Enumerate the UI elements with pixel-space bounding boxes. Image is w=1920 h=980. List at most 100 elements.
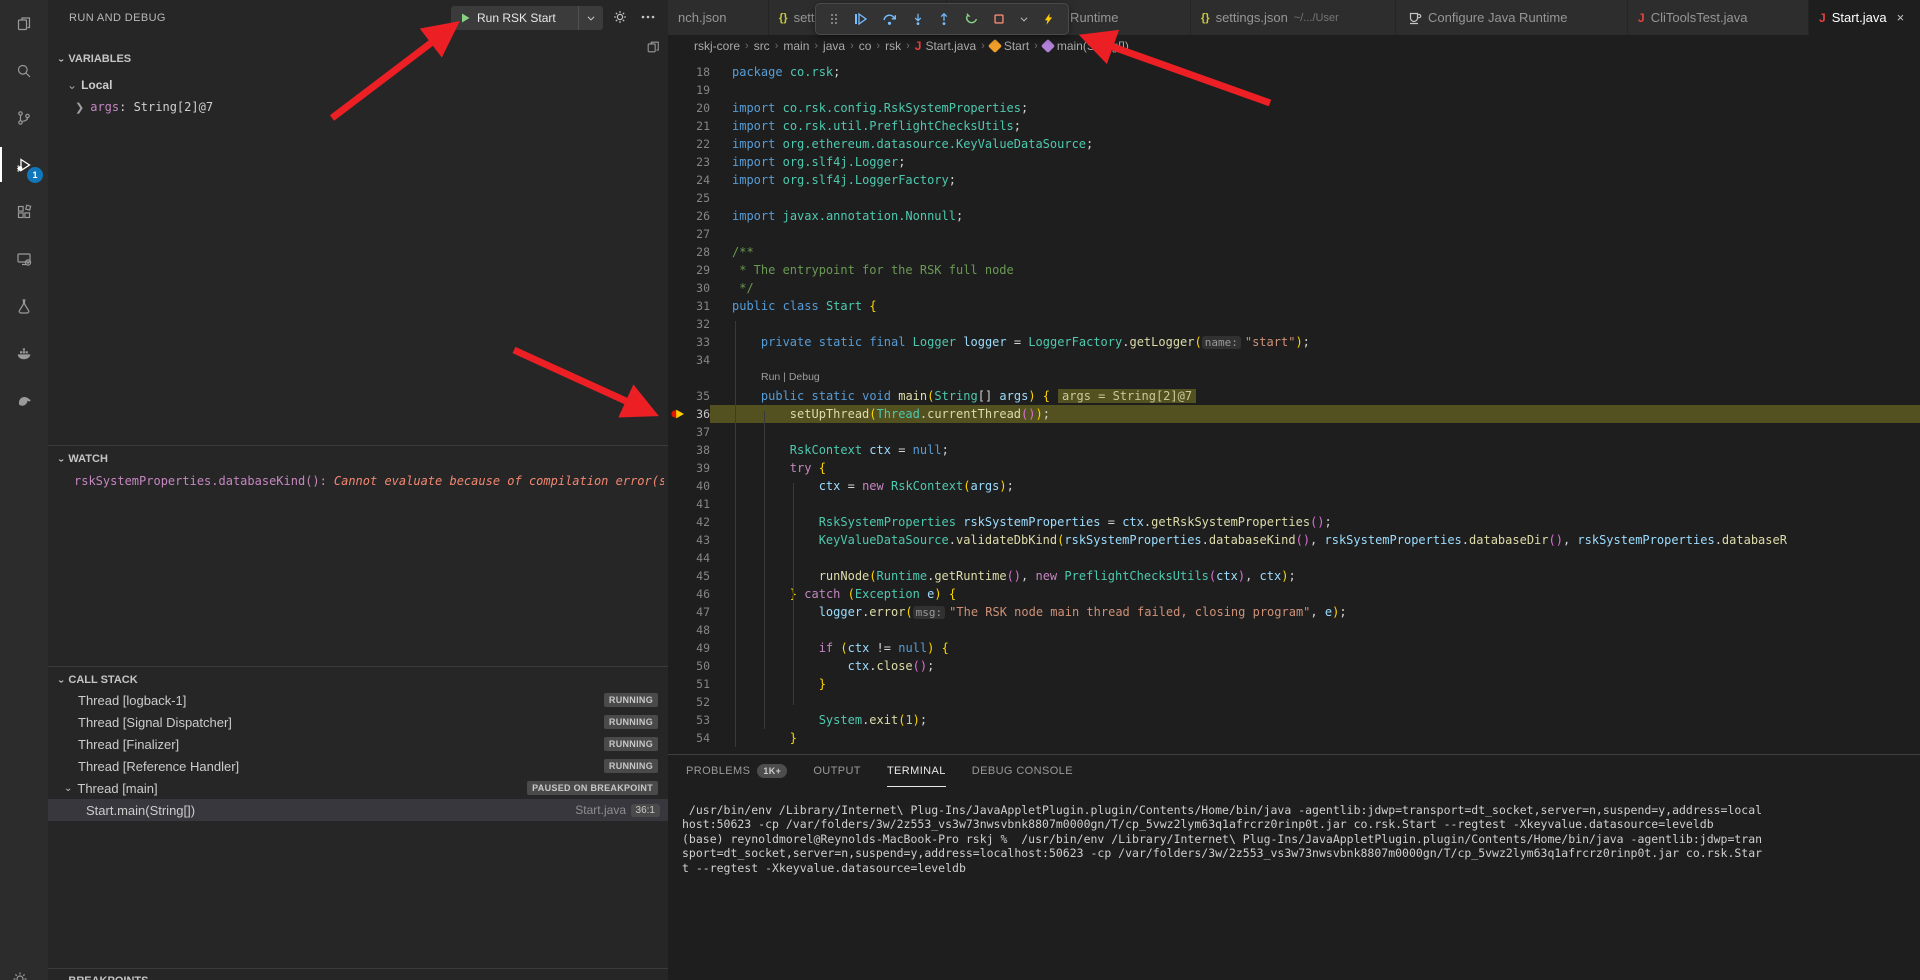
code-line-text: /** [710,243,1920,261]
activity-item-search[interactable] [0,47,48,94]
activity-item-remote-explorer[interactable] [0,235,48,282]
step-over-icon[interactable] [881,11,898,27]
code-line-text [710,693,1920,711]
code-line-text: ctx.close(); [710,657,1920,675]
code-line-54: 54 } [668,729,1920,747]
more-actions-icon[interactable] [640,9,656,30]
code-line-text: public class Start { [710,297,1920,315]
tab-clitoolstest-java[interactable]: JCliToolsTest.java [1628,0,1809,35]
breadcrumb-item[interactable]: co [859,39,872,53]
call-stack-section-header[interactable]: ⌄ CALL STACK [48,669,668,691]
stop-icon[interactable] [992,12,1006,26]
code-line-30: 30 */ [668,279,1920,297]
restart-icon[interactable] [964,11,979,27]
variables-scope-local[interactable]: ⌄ Local [67,78,112,92]
activity-item-testing[interactable] [0,282,48,329]
terminal-output[interactable]: /usr/bin/env /Library/Internet\ Plug-Ins… [682,803,1920,969]
chevron-down-icon: ⌄ [57,676,65,685]
code-line-39: 39 try { [668,459,1920,477]
line-number: 18 [668,63,710,81]
line-number: 42 [668,513,710,531]
continue-icon[interactable] [852,11,868,27]
breadcrumb-item[interactable]: rsk [885,39,901,53]
call-stack-row[interactable]: Thread [Signal Dispatcher]RUNNING [48,711,668,733]
activity-item-gradle[interactable] [0,376,48,423]
code-line-35: 35 public static void main(String[] args… [668,387,1920,405]
tab-nch-json[interactable]: nch.json [668,0,769,35]
tab-settings-json[interactable]: {}settings.json~/.../User [1191,0,1396,35]
code-line-text: RskSystemProperties rskSystemProperties … [710,513,1920,531]
run-config-button[interactable]: Run RSK Start [451,6,603,30]
call-stack-row[interactable]: Thread [Finalizer]RUNNING [48,733,668,755]
code-line-47: 47 logger.error(msg:"The RSK node main t… [668,603,1920,621]
panel-tab-debug-console[interactable]: DEBUG CONSOLE [972,755,1073,787]
watch-section-header[interactable]: ⌄ WATCH [48,448,668,470]
code-line-20: 20import co.rsk.config.RskSystemProperti… [668,99,1920,117]
bottom-panel: PROBLEMS1K+ OUTPUT TERMINAL DEBUG CONSOLE /… [668,754,1920,980]
panel-tab-bar: PROBLEMS1K+ OUTPUT TERMINAL DEBUG CONSOLE [668,755,1920,787]
chevron-down-icon: ⌄ [57,55,65,64]
breadcrumb-item[interactable]: rskj-core [694,39,740,53]
tab-label: CliToolsTest.java [1651,10,1748,25]
json-icon: {} [779,12,788,24]
code-editor[interactable]: 18package co.rsk;1920import co.rsk.confi… [668,57,1920,754]
breadcrumb-item[interactable]: src [754,39,770,53]
panel-tab-output[interactable]: OUTPUT [813,755,861,787]
code-line-text: public static void main(String[] args) {… [710,387,1920,405]
line-number: 39 [668,459,710,477]
line-number: 38 [668,441,710,459]
breadcrumb-item[interactable]: main [783,39,809,53]
run-config-dropdown[interactable] [578,6,603,30]
step-out-icon[interactable] [937,11,951,27]
breadcrumb-item[interactable]: main(String[]) [1043,39,1129,53]
stop-dropdown-icon[interactable] [1019,14,1029,24]
settings-gear-icon[interactable] [12,971,28,980]
codelens-run-debug[interactable]: Run | Debug [668,369,1920,387]
code-line-34: 34 [668,351,1920,369]
code-line-33: 33 private static final Logger logger = … [668,333,1920,351]
code-line-43: 43 KeyValueDataSource.validateDbKind(rsk… [668,531,1920,549]
code-line-text: */ [710,279,1920,297]
code-line-text: import org.slf4j.LoggerFactory; [710,171,1920,189]
tab-start-java[interactable]: JStart.java× [1809,0,1920,35]
panel-tab-terminal[interactable]: TERMINAL [887,755,946,787]
call-stack-row[interactable]: Start.main(String[])Start.java36:1 [48,799,668,821]
call-stack-row[interactable]: Thread [Reference Handler]RUNNING [48,755,668,777]
line-number: 21 [668,117,710,135]
activity-item-extensions[interactable] [0,188,48,235]
step-into-icon[interactable] [911,11,925,27]
code-line-26: 26import javax.annotation.Nonnull; [668,207,1920,225]
gear-icon[interactable] [612,9,628,30]
code-line-text: KeyValueDataSource.validateDbKind(rskSys… [710,531,1920,549]
tab-configure-java-runtime[interactable]: Configure Java Runtime [1396,0,1628,35]
hot-code-replace-icon[interactable] [1042,11,1055,27]
code-line-19: 19 [668,81,1920,99]
line-number: 50 [668,657,710,675]
code-line-text: ctx = new RskContext(args); [710,477,1920,495]
drag-handle-icon [829,11,839,27]
activity-item-run-and-debug[interactable]: 1 [0,141,48,188]
variables-section-header[interactable]: ⌄ VARIABLES [48,48,668,70]
activity-item-explorer[interactable] [0,0,48,47]
code-line-text: runNode(Runtime.getRuntime(), new Prefli… [710,567,1920,585]
breadcrumb-label: main(String[]) [1057,39,1129,53]
panel-tab-problems[interactable]: PROBLEMS1K+ [686,755,787,787]
breadcrumb-item[interactable]: java [823,39,845,53]
chevron-down-icon: ⌄ [67,78,77,92]
breakpoints-section-header[interactable]: ⌄ BREAKPOINTS [48,970,668,980]
breadcrumb-item[interactable]: JStart.java [915,39,976,53]
call-stack-row[interactable]: Thread [logback-1]RUNNING [48,689,668,711]
run-config-label: Run RSK Start [477,11,578,25]
variable-args-row[interactable]: ❯ args: String[2]@7 [75,100,213,114]
chevron-right-icon: ❯ [75,101,84,114]
json-icon: {} [1201,12,1210,24]
breadcrumb-item[interactable]: Start [990,39,1029,53]
call-stack-row[interactable]: ⌄Thread [main]PAUSED ON BREAKPOINT [48,777,668,799]
close-icon[interactable]: × [1897,10,1905,25]
watch-expression-row[interactable]: rskSystemProperties.databaseKind(): Cann… [48,470,664,492]
section-divider [48,968,668,969]
line-number: 52 [668,693,710,711]
activity-item-docker[interactable] [0,329,48,376]
activity-item-source-control[interactable] [0,94,48,141]
code-content[interactable]: 18package co.rsk;1920import co.rsk.confi… [668,63,1920,747]
